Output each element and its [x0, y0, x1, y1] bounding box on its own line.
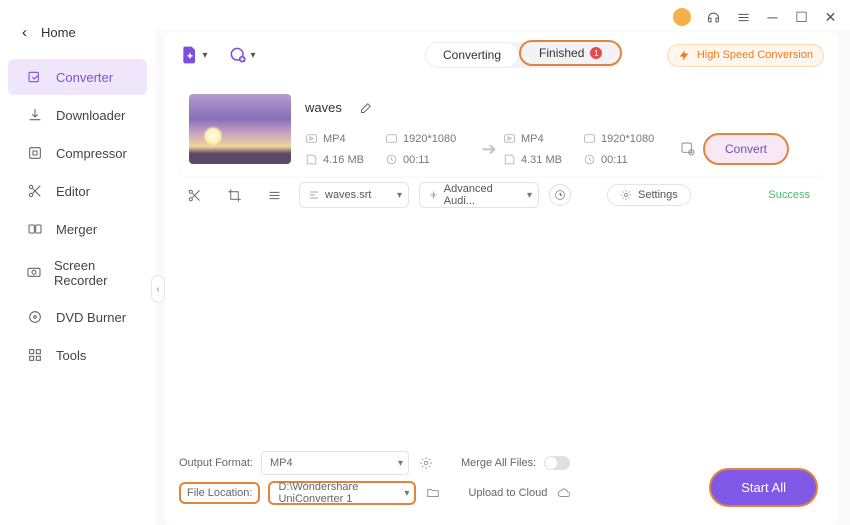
sidebar-item-converter[interactable]: Converter: [8, 59, 147, 95]
in-duration: 00:11: [385, 153, 475, 166]
collapse-sidebar-handle[interactable]: ‹: [151, 275, 165, 303]
file-card: waves MP4 1920*1080 ➔ MP4 1920*1080 Conv…: [179, 84, 824, 176]
output-settings-icon[interactable]: [673, 141, 703, 157]
bottom-bar: Output Format: MP4 Merge All Files: File…: [165, 443, 838, 525]
chevron-down-icon: ▾: [250, 50, 255, 61]
home-button[interactable]: ‹ Home: [0, 16, 155, 57]
trim-icon[interactable]: [179, 182, 209, 208]
out-format: MP4: [503, 132, 583, 145]
download-icon: [26, 106, 44, 124]
sidebar-item-editor[interactable]: Editor: [8, 173, 147, 209]
scissors-icon: [26, 182, 44, 200]
compressor-icon: [26, 144, 44, 162]
file-name: waves: [305, 100, 342, 115]
file-location-label: File Location:: [179, 482, 260, 504]
arrow-icon: ➔: [475, 139, 503, 160]
high-speed-badge[interactable]: High Speed Conversion: [667, 44, 824, 67]
sidebar-item-tools[interactable]: Tools: [8, 337, 147, 373]
out-size: 4.31 MB: [503, 153, 583, 166]
sidebar-item-downloader[interactable]: Downloader: [8, 97, 147, 133]
hamburger-icon[interactable]: [735, 9, 751, 25]
open-folder-icon[interactable]: [424, 484, 442, 502]
add-url-button[interactable]: ▾: [227, 43, 257, 67]
status-tabs: Converting Finished 1: [425, 42, 622, 68]
convert-button[interactable]: Convert: [703, 133, 789, 165]
out-duration: 00:11: [583, 153, 673, 166]
headset-icon[interactable]: [705, 9, 721, 25]
sidebar-item-dvd-burner[interactable]: DVD Burner: [8, 299, 147, 335]
merger-icon: [26, 220, 44, 238]
disc-icon: [26, 308, 44, 326]
file-tools-row: waves.srt Advanced Audi... Settings Succ…: [179, 182, 824, 208]
add-file-button[interactable]: ▾: [179, 43, 209, 67]
edit-name-icon[interactable]: [352, 94, 382, 120]
output-format-select[interactable]: MP4: [261, 451, 409, 475]
sidebar: ‹ Home Converter Downloader Compressor E…: [0, 0, 155, 525]
chevron-down-icon: ▾: [202, 50, 207, 61]
user-avatar[interactable]: [673, 8, 691, 26]
in-size: 4.16 MB: [305, 153, 385, 166]
merge-toggle[interactable]: [544, 456, 570, 470]
tab-converting[interactable]: Converting: [425, 42, 519, 68]
cloud-icon[interactable]: [555, 484, 573, 502]
chevron-left-icon: ‹: [22, 24, 27, 41]
output-format-label: Output Format:: [179, 457, 253, 469]
in-resolution: 1920*1080: [385, 132, 475, 145]
audio-select[interactable]: Advanced Audi...: [419, 182, 539, 208]
output-settings-gear-icon[interactable]: [417, 454, 435, 472]
upload-cloud-label: Upload to Cloud: [468, 487, 547, 499]
in-format: MP4: [305, 132, 385, 145]
file-settings-button[interactable]: Settings: [607, 184, 691, 206]
out-resolution: 1920*1080: [583, 132, 673, 145]
recorder-icon: [26, 264, 42, 282]
titlebar: ─ ☐ ✕: [155, 0, 850, 30]
subtitle-select[interactable]: waves.srt: [299, 182, 409, 208]
sidebar-item-merger[interactable]: Merger: [8, 211, 147, 247]
main-panel: ▾ ▾ Converting Finished 1: [165, 32, 838, 525]
tab-finished[interactable]: Finished 1: [519, 40, 622, 66]
close-button[interactable]: ✕: [823, 10, 838, 25]
effects-icon[interactable]: [259, 182, 289, 208]
video-thumbnail[interactable]: [189, 94, 291, 164]
sidebar-item-screen-recorder[interactable]: Screen Recorder: [8, 249, 147, 297]
finished-count-badge: 1: [590, 47, 602, 59]
home-label: Home: [41, 25, 76, 40]
maximize-button[interactable]: ☐: [794, 10, 809, 25]
grid-icon: [26, 346, 44, 364]
crop-icon[interactable]: [219, 182, 249, 208]
converter-icon: [26, 68, 44, 86]
minimize-button[interactable]: ─: [765, 10, 780, 25]
start-all-button[interactable]: Start All: [709, 468, 818, 507]
speed-icon[interactable]: [549, 184, 571, 206]
merge-label: Merge All Files:: [461, 457, 536, 469]
sidebar-item-compressor[interactable]: Compressor: [8, 135, 147, 171]
file-location-select[interactable]: D:\Wondershare UniConverter 1: [268, 481, 416, 505]
file-status: Success: [768, 189, 824, 201]
